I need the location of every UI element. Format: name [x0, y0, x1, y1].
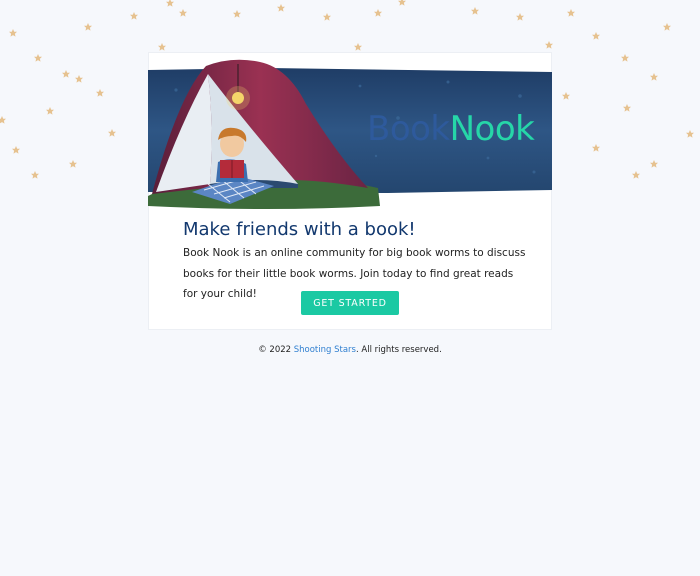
- copyright-text: © 2022: [258, 345, 292, 355]
- logo-part-book: Book: [367, 109, 450, 149]
- footer: © 2022 Shooting Stars. All rights reserv…: [0, 343, 700, 357]
- logo-part-nook: Nook: [449, 109, 535, 149]
- get-started-button[interactable]: GET STARTED: [301, 291, 399, 315]
- card-headline: Make friends with a book!: [183, 219, 416, 240]
- rights-text: . All rights reserved.: [355, 345, 442, 355]
- booknook-logo: BookNook: [367, 109, 535, 149]
- shooting-stars-link[interactable]: Shooting Stars: [294, 345, 356, 355]
